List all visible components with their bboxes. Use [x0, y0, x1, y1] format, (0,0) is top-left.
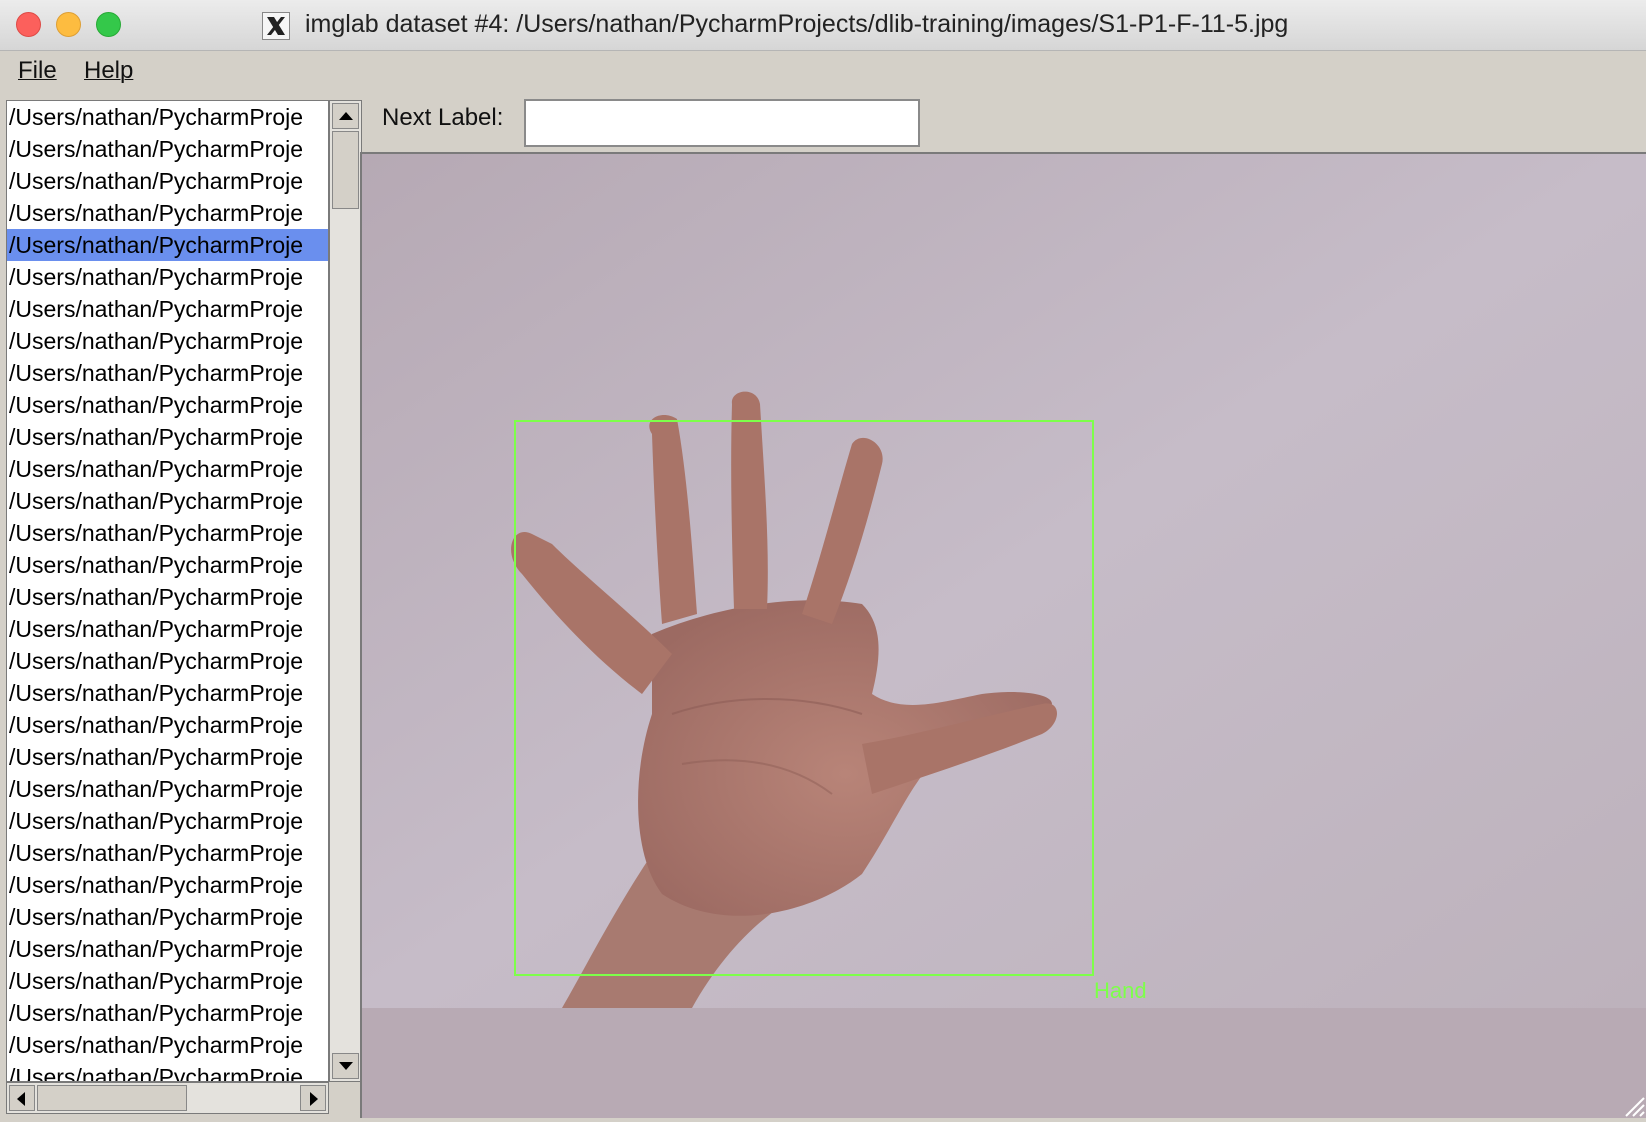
menu-help[interactable]: Help — [84, 57, 133, 85]
close-window-button[interactable] — [16, 12, 41, 37]
list-item[interactable]: /Users/nathan/PycharmProje — [7, 837, 328, 869]
file-list-vertical-scrollbar[interactable] — [329, 100, 362, 1082]
next-label-input[interactable] — [524, 99, 920, 147]
list-item[interactable]: /Users/nathan/PycharmProje — [7, 325, 328, 357]
bbox-label: Hand — [1094, 978, 1147, 1003]
list-item[interactable]: /Users/nathan/PycharmProje — [7, 133, 328, 165]
list-item[interactable]: /Users/nathan/PycharmProje — [7, 613, 328, 645]
arrow-right-icon — [310, 1092, 318, 1106]
list-item[interactable]: /Users/nathan/PycharmProje — [7, 901, 328, 933]
list-item[interactable]: /Users/nathan/PycharmProje — [7, 517, 328, 549]
list-item[interactable]: /Users/nathan/PycharmProje — [7, 549, 328, 581]
resize-grip-icon[interactable] — [1620, 1092, 1646, 1118]
list-item[interactable]: /Users/nathan/PycharmProje — [7, 485, 328, 517]
list-item[interactable]: /Users/nathan/PycharmProje — [7, 965, 328, 997]
image-canvas[interactable]: Hand — [360, 152, 1646, 1118]
file-list[interactable]: /Users/nathan/PycharmProje/Users/nathan/… — [6, 100, 329, 1082]
menu-help-label: Help — [84, 57, 134, 84]
list-item[interactable]: /Users/nathan/PycharmProje — [7, 261, 328, 293]
list-item[interactable]: /Users/nathan/PycharmProje — [7, 805, 328, 837]
list-item[interactable]: /Users/nathan/PycharmProje — [7, 869, 328, 901]
list-item[interactable]: /Users/nathan/PycharmProje — [7, 581, 328, 613]
horizontal-scroll-thumb[interactable] — [37, 1085, 187, 1111]
arrow-left-icon — [17, 1092, 25, 1106]
file-list-horizontal-scrollbar[interactable] — [6, 1082, 329, 1114]
list-item[interactable]: /Users/nathan/PycharmProje — [7, 229, 328, 261]
next-label-caption: Next Label: — [382, 104, 504, 131]
scroll-left-button[interactable] — [9, 1085, 35, 1111]
list-item[interactable]: /Users/nathan/PycharmProje — [7, 741, 328, 773]
list-item[interactable]: /Users/nathan/PycharmProje — [7, 997, 328, 1029]
list-item[interactable]: /Users/nathan/PycharmProje — [7, 421, 328, 453]
arrow-up-icon — [339, 112, 353, 120]
hand-bounding-box[interactable] — [514, 420, 1094, 976]
file-list-panel: /Users/nathan/PycharmProje/Users/nathan/… — [4, 100, 362, 1118]
list-item[interactable]: /Users/nathan/PycharmProje — [7, 1029, 328, 1061]
imglab-window: imglab dataset #4: /Users/nathan/Pycharm… — [0, 0, 1646, 1122]
title-bar: imglab dataset #4: /Users/nathan/Pycharm… — [0, 0, 1646, 51]
menu-file[interactable]: File — [18, 57, 57, 85]
menu-file-label: File — [18, 57, 57, 84]
vertical-scroll-thumb[interactable] — [332, 131, 359, 209]
list-item[interactable]: /Users/nathan/PycharmProje — [7, 453, 328, 485]
list-item[interactable]: /Users/nathan/PycharmProje — [7, 389, 328, 421]
menu-bar: File Help — [0, 51, 1646, 92]
x11-logo-icon — [262, 12, 290, 40]
list-item[interactable]: /Users/nathan/PycharmProje — [7, 933, 328, 965]
list-item[interactable]: /Users/nathan/PycharmProje — [7, 293, 328, 325]
scroll-right-button[interactable] — [300, 1085, 326, 1111]
list-item[interactable]: /Users/nathan/PycharmProje — [7, 1061, 328, 1081]
list-item[interactable]: /Users/nathan/PycharmProje — [7, 101, 328, 133]
arrow-down-icon — [339, 1062, 353, 1070]
list-item[interactable]: /Users/nathan/PycharmProje — [7, 773, 328, 805]
list-item[interactable]: /Users/nathan/PycharmProje — [7, 645, 328, 677]
list-item[interactable]: /Users/nathan/PycharmProje — [7, 197, 328, 229]
scroll-up-button[interactable] — [332, 103, 359, 129]
minimize-window-button[interactable] — [56, 12, 81, 37]
zoom-window-button[interactable] — [96, 12, 121, 37]
list-item[interactable]: /Users/nathan/PycharmProje — [7, 357, 328, 389]
window-title: imglab dataset #4: /Users/nathan/Pycharm… — [305, 10, 1289, 38]
list-item[interactable]: /Users/nathan/PycharmProje — [7, 709, 328, 741]
list-item[interactable]: /Users/nathan/PycharmProje — [7, 165, 328, 197]
scroll-down-button[interactable] — [332, 1053, 359, 1079]
list-item[interactable]: /Users/nathan/PycharmProje — [7, 677, 328, 709]
